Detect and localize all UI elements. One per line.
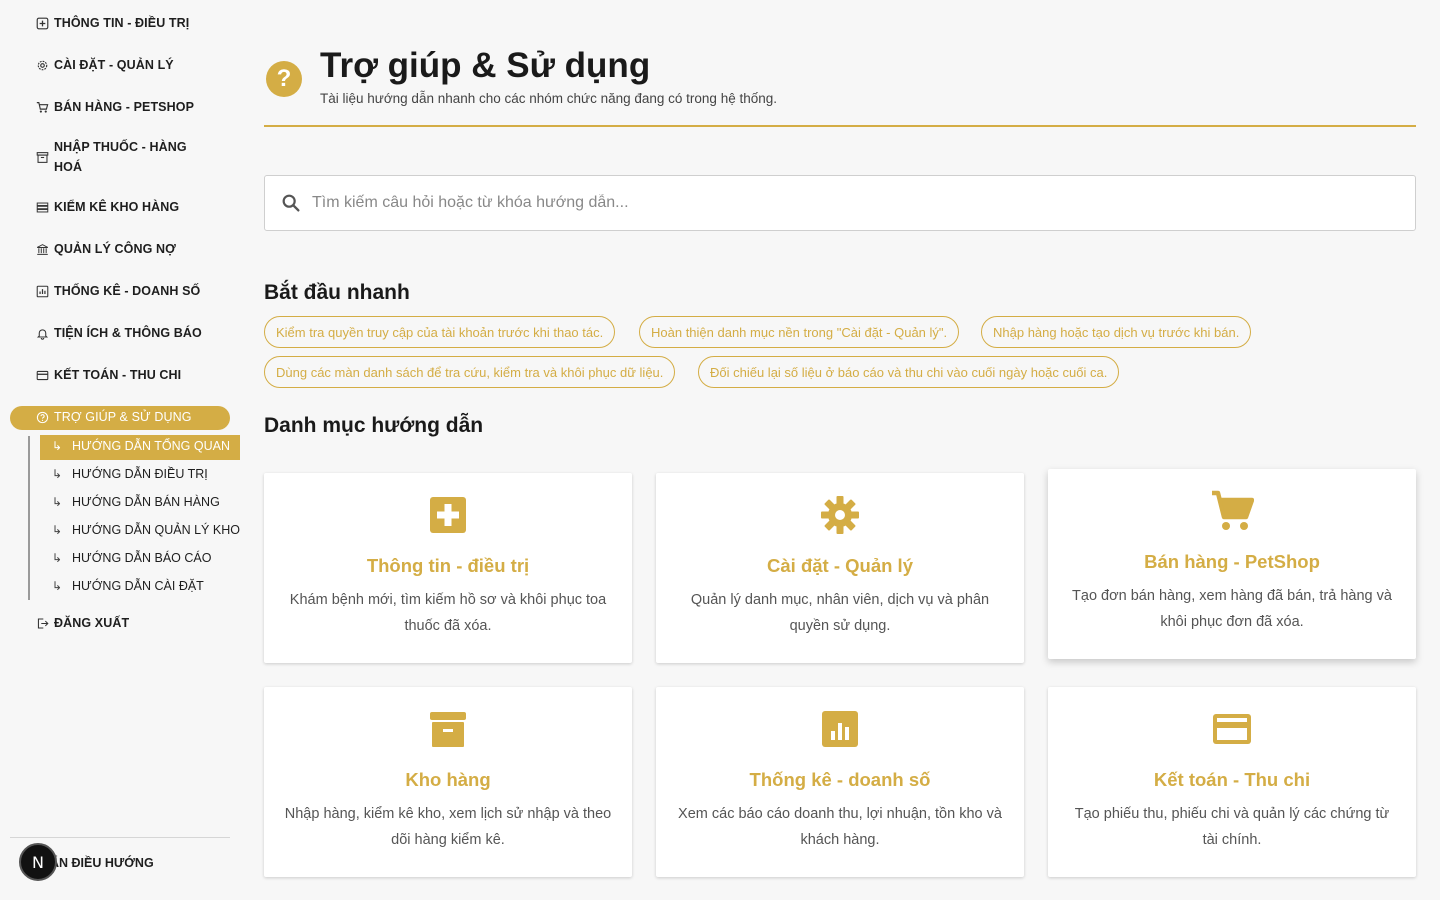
- sub-arrow-icon: ↳: [52, 523, 63, 537]
- sidebar-item-tien-ich-thong-bao[interactable]: TIỆN ÍCH & THÔNG BÁO: [34, 323, 202, 343]
- help-icon: ?: [266, 61, 302, 97]
- guide-card-ket-toan-thu-chi[interactable]: Kết toán - Thu chi Tạo phiếu thu, phiếu …: [1048, 687, 1416, 877]
- chart-icon: [34, 283, 50, 299]
- guide-card-desc: Quản lý danh mục, nhân viên, dịch vụ và …: [690, 592, 990, 634]
- quick-start-chip[interactable]: Đối chiếu lại số liệu ở báo cáo và thu c…: [698, 356, 1120, 388]
- logout-icon: [34, 615, 50, 631]
- sidebar-item-label: KẾT TOÁN - THU CHI: [54, 368, 182, 382]
- submenu-guide-line: [28, 436, 30, 600]
- medical-icon: [34, 15, 50, 31]
- sub-arrow-icon: ↳: [52, 439, 63, 453]
- submenu-item-label: HƯỚNG DẪN BÁO CÁO: [72, 551, 212, 565]
- submenu-item-label: HƯỚNG DẪN TỔNG QUAN: [72, 439, 230, 453]
- sidebar-item-label: TIỆN ÍCH & THÔNG BÁO: [54, 326, 202, 340]
- sidebar-item-ket-toan-thu-chi[interactable]: KẾT TOÁN - THU CHI: [34, 365, 181, 385]
- guide-card-desc: Xem các báo cáo doanh thu, lợi nhuận, tồ…: [678, 806, 1002, 848]
- submenu-item-label: HƯỚNG DẪN CÀI ĐẶT: [72, 579, 204, 593]
- dev-badge[interactable]: N: [19, 843, 57, 881]
- page-title: Trợ giúp & Sử dụng: [320, 46, 651, 85]
- gear-icon: [818, 493, 862, 537]
- submenu-item-dieu-tri[interactable]: ↳ HƯỚNG DẪN ĐIỀU TRỊ: [52, 467, 208, 481]
- sub-arrow-icon: ↳: [52, 495, 63, 509]
- guide-card-ban-hang-petshop[interactable]: Bán hàng - PetShop Tạo đơn bán hàng, xem…: [1048, 469, 1416, 659]
- sub-arrow-icon: ↳: [52, 467, 63, 481]
- guide-card-desc: Tạo phiếu thu, phiếu chi và quản lý các …: [1074, 806, 1390, 848]
- quick-start-chip[interactable]: Hoàn thiện danh mục nền trong "Cài đặt -…: [639, 316, 960, 348]
- quick-start-title: Bắt đầu nhanh: [264, 281, 410, 304]
- guide-card-title: Kho hàng: [405, 769, 491, 790]
- quick-start-chip[interactable]: Kiểm tra quyền truy cập của tài khoản tr…: [264, 316, 616, 348]
- credit-card-icon: [34, 367, 50, 383]
- bank-icon: [34, 241, 50, 257]
- guide-card-desc: Tạo đơn bán hàng, xem hàng đã bán, trả h…: [1072, 588, 1392, 630]
- guide-card-thong-ke-doanh-so[interactable]: Thống kê - doanh số Xem các báo cáo doan…: [656, 687, 1024, 877]
- sub-arrow-icon: ↳: [52, 551, 63, 565]
- quick-start-chip[interactable]: Nhập hàng hoặc tạo dịch vụ trước khi bán…: [981, 316, 1252, 348]
- guide-card-title: Kết toán - Thu chi: [1153, 769, 1311, 790]
- submenu-item-cai-dat[interactable]: ↳ HƯỚNG DẪN CÀI ĐẶT: [52, 579, 204, 593]
- guide-card-desc: Nhập hàng, kiểm kê kho, xem lịch sử nhập…: [284, 806, 612, 848]
- sidebar-divider: [10, 837, 230, 838]
- search-icon: [280, 192, 302, 214]
- list-icon: [34, 199, 50, 215]
- submenu-item-label: HƯỚNG DẪN BÁN HÀNG: [72, 495, 220, 509]
- sidebar-item-kiem-ke-kho-hang[interactable]: KIỂM KÊ KHO HÀNG: [34, 197, 179, 217]
- medical-cross-icon: [426, 493, 470, 537]
- search-bar[interactable]: [264, 175, 1416, 231]
- sidebar-item-label: TRỢ GIÚP & SỬ DỤNG: [54, 410, 192, 424]
- bell-icon: [34, 325, 50, 341]
- sidebar-item-cai-dat-quan-ly[interactable]: CÀI ĐẶT - QUẢN LÝ: [34, 55, 174, 75]
- submenu-item-tong-quan[interactable]: ↳ HƯỚNG DẪN TỔNG QUAN: [52, 439, 230, 453]
- logout-button[interactable]: ĐĂNG XUẤT: [34, 613, 129, 633]
- sidebar-item-thong-tin-dieu-tri[interactable]: THÔNG TIN - ĐIỀU TRỊ: [34, 13, 189, 33]
- chart-icon: [818, 707, 862, 751]
- page-subtitle: Tài liệu hướng dẫn nhanh cho các nhóm ch…: [320, 91, 777, 106]
- cart-icon: [34, 99, 50, 115]
- guide-card-cai-dat-quan-ly[interactable]: Cài đặt - Quản lý Quản lý danh mục, nhân…: [656, 473, 1024, 663]
- sidebar-item-label: QUẢN LÝ CÔNG NỢ: [54, 242, 176, 256]
- sidebar: THÔNG TIN - ĐIỀU TRỊ CÀI ĐẶT - QUẢN LÝ B…: [0, 0, 240, 900]
- submenu-item-quan-ly-kho[interactable]: ↳ HƯỚNG DẪN QUẢN LÝ KHO: [52, 523, 240, 537]
- sidebar-item-label: NHẬP THUỐC - HÀNG HOÁ: [54, 140, 187, 174]
- submenu-item-ban-hang[interactable]: ↳ HƯỚNG DẪN BÁN HÀNG: [52, 495, 220, 509]
- guide-card-title: Cài đặt - Quản lý: [767, 555, 913, 576]
- sidebar-item-label: KIỂM KÊ KHO HÀNG: [54, 200, 180, 214]
- guide-card-title: Bán hàng - PetShop: [1144, 551, 1320, 572]
- sidebar-item-thong-ke-doanh-so[interactable]: THỐNG KÊ - DOANH SỐ: [34, 281, 200, 301]
- submenu-item-label: HƯỚNG DẪN QUẢN LÝ KHO: [72, 523, 240, 537]
- sidebar-item-label: BÁN HÀNG - PETSHOP: [54, 100, 195, 114]
- sidebar-item-label: CÀI ĐẶT - QUẢN LÝ: [54, 58, 174, 72]
- archive-icon: [34, 149, 50, 165]
- hide-navigation-button[interactable]: ẨN ĐIỀU HƯỚNG: [50, 856, 154, 870]
- guide-card-kho-hang[interactable]: Kho hàng Nhập hàng, kiểm kê kho, xem lịc…: [264, 687, 632, 877]
- sidebar-item-tro-giup-su-dung[interactable]: TRỢ GIÚP & SỬ DỤNG: [34, 407, 192, 427]
- sidebar-item-ban-hang-petshop[interactable]: BÁN HÀNG - PETSHOP: [34, 97, 194, 117]
- guide-card-title: Thống kê - doanh số: [749, 769, 931, 790]
- quick-start-chip[interactable]: Dùng các màn danh sách để tra cứu, kiểm …: [264, 356, 676, 388]
- guide-card-title: Thông tin - điều trị: [366, 555, 530, 576]
- sub-arrow-icon: ↳: [52, 579, 63, 593]
- sidebar-item-quan-ly-cong-no[interactable]: QUẢN LÝ CÔNG NỢ: [34, 239, 176, 259]
- sidebar-item-label: THÔNG TIN - ĐIỀU TRỊ: [54, 16, 190, 30]
- submenu-item-bao-cao[interactable]: ↳ HƯỚNG DẪN BÁO CÁO: [52, 551, 211, 565]
- submenu-item-label: HƯỚNG DẪN ĐIỀU TRỊ: [72, 467, 208, 481]
- sidebar-item-label: THỐNG KÊ - DOANH SỐ: [54, 284, 201, 298]
- sidebar-item-nhap-thuoc-hang-hoa[interactable]: NHẬP THUỐC - HÀNG HOÁ: [34, 137, 194, 177]
- guides-title: Danh mục hướng dẫn: [264, 414, 484, 437]
- search-input[interactable]: [312, 194, 1392, 212]
- header-divider: [264, 125, 1416, 127]
- guide-card-thong-tin-dieu-tri[interactable]: Thông tin - điều trị Khám bệnh mới, tìm …: [264, 473, 632, 663]
- guide-card-desc: Khám bệnh mới, tìm kiếm hồ sơ và khôi ph…: [289, 592, 607, 634]
- gear-icon: [34, 57, 50, 73]
- logout-label: ĐĂNG XUẤT: [54, 616, 130, 630]
- cart-icon: [1210, 489, 1254, 533]
- credit-card-icon: [1210, 707, 1254, 751]
- help-icon: [34, 409, 50, 425]
- archive-icon: [426, 707, 470, 751]
